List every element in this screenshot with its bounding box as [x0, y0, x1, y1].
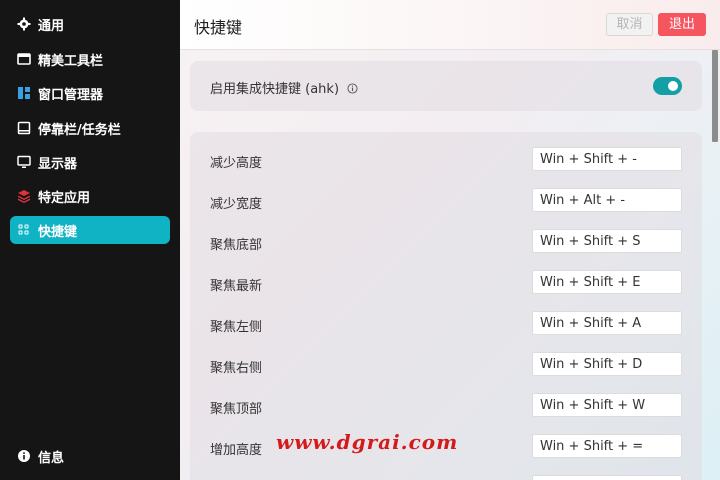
shortcut-input-partial[interactable]	[532, 475, 682, 480]
sidebar-item-monitor[interactable]: 显示器	[10, 148, 170, 176]
toggle-knob	[668, 81, 678, 91]
sidebar-item-dock[interactable]: 停靠栏/任务栏	[10, 114, 170, 142]
integrated-shortcuts-card: 启用集成快捷键 (ahk)	[190, 61, 702, 111]
shortcut-label: 聚焦最新	[210, 279, 263, 294]
sidebar: 通用 精美工具栏 窗口管理器 停靠栏/任务栏 显示器 特定应用 快捷键 信息	[0, 0, 180, 480]
enable-ahk-toggle[interactable]	[653, 77, 682, 95]
shortcuts-card: 减少高度 减少宽度 聚焦底部 聚焦最新 聚焦左侧 聚焦右侧 聚焦顶部 增加高度	[190, 132, 702, 480]
shortcut-label: 聚焦右侧	[210, 361, 263, 376]
window-icon	[16, 51, 32, 67]
shortcut-label: 聚焦左侧	[210, 320, 263, 335]
sidebar-item-toolbar[interactable]: 精美工具栏	[10, 45, 170, 73]
sidebar-item-label: 信息	[38, 450, 65, 466]
info-icon	[16, 448, 32, 464]
cancel-button[interactable]: 取消	[606, 13, 653, 36]
shortcut-input[interactable]	[532, 229, 682, 253]
header: 快捷键 取消 退出	[180, 0, 720, 50]
dock-icon	[16, 120, 32, 136]
sidebar-item-label: 通用	[38, 18, 65, 34]
shortcut-label: 聚焦底部	[210, 238, 263, 253]
shortcut-label: 聚焦顶部	[210, 402, 263, 417]
monitor-icon	[16, 154, 32, 170]
scrollbar-thumb[interactable]	[712, 50, 718, 142]
sidebar-item-label: 精美工具栏	[38, 53, 104, 69]
shortcut-input[interactable]	[532, 147, 682, 171]
sidebar-item-label: 快捷键	[38, 224, 78, 240]
shortcut-input[interactable]	[532, 188, 682, 212]
shortcut-input[interactable]	[532, 352, 682, 376]
sidebar-item-window-manager[interactable]: 窗口管理器	[10, 79, 170, 107]
page-title: 快捷键	[194, 18, 243, 37]
shortcut-input[interactable]	[532, 434, 682, 458]
sidebar-item-label: 窗口管理器	[38, 87, 104, 103]
sidebar-item-general[interactable]: 通用	[10, 10, 170, 38]
shortcut-input[interactable]	[532, 311, 682, 335]
watermark-text: www.dgrai.com	[276, 430, 459, 454]
sidebar-item-label: 停靠栏/任务栏	[38, 122, 121, 138]
main-panel: 快捷键 取消 退出 启用集成快捷键 (ahk) 减少高度 减少宽度 聚焦底部 聚…	[180, 0, 720, 480]
layers-icon	[16, 188, 32, 204]
sidebar-item-info[interactable]: 信息	[10, 442, 170, 470]
gear-icon	[16, 16, 32, 32]
shortcut-label: 减少宽度	[210, 197, 263, 212]
shortcut-label: 减少高度	[210, 156, 263, 171]
shortcut-input[interactable]	[532, 270, 682, 294]
sidebar-item-label: 特定应用	[38, 190, 91, 206]
sidebar-item-specific-apps[interactable]: 特定应用	[10, 182, 170, 210]
keyboard-icon	[16, 222, 32, 238]
sidebar-item-shortcuts[interactable]: 快捷键	[10, 216, 170, 244]
toggle-label-text: 启用集成快捷键 (ahk)	[210, 82, 340, 97]
shortcut-label: 增加高度	[210, 443, 263, 458]
info-icon[interactable]	[347, 83, 358, 98]
toggle-label: 启用集成快捷键 (ahk)	[210, 78, 358, 98]
scrollbar[interactable]	[710, 50, 720, 480]
sidebar-item-label: 显示器	[38, 156, 78, 172]
exit-button[interactable]: 退出	[658, 13, 706, 36]
shortcut-input[interactable]	[532, 393, 682, 417]
layout-icon	[16, 85, 32, 101]
